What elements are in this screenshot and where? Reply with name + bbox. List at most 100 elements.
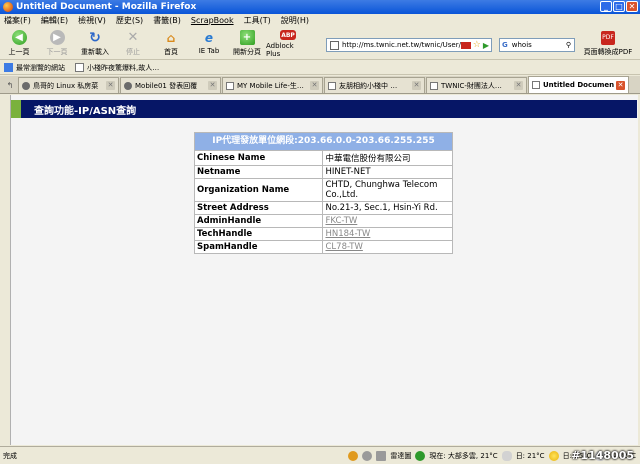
row-key: Street Address xyxy=(193,201,324,215)
minimize-button[interactable]: _ xyxy=(600,1,612,12)
menu-view[interactable]: 檢視(V) xyxy=(78,15,106,26)
tab-favicon-icon xyxy=(22,81,30,90)
bookmarks-toolbar: 最常瀏覽的網站 小棧昨夜驚爆料,故人… xyxy=(0,61,640,75)
maximize-button[interactable]: □ xyxy=(613,1,625,12)
go-arrow-icon[interactable]: ▶ xyxy=(483,41,489,50)
url-bar[interactable]: http://ms.twnic.net.tw/twnic/User/Mem ☆ … xyxy=(326,38,492,52)
forward-arrow-icon: ▶ xyxy=(49,30,65,45)
adblock-icon: ABP xyxy=(280,30,296,40)
row-key: Organization Name xyxy=(193,178,324,202)
tab-untitled-document[interactable]: Untitled Document ✕ xyxy=(528,76,629,93)
sync-icon[interactable] xyxy=(362,450,373,461)
table-row: Street Address No.21-3, Sec.1, Hsin-Yi R… xyxy=(193,201,453,215)
watermark: #1148005 xyxy=(571,449,634,462)
menu-scrapbook[interactable]: ScrapBook xyxy=(191,16,234,25)
menu-history[interactable]: 歷史(S) xyxy=(116,15,143,26)
whois-table: IP代理發放單位網段:203.66.0.0-203.66.255.255 Chi… xyxy=(193,132,453,254)
new-tab-label: 開新分頁 xyxy=(233,48,261,56)
tab-close-icon[interactable]: ✕ xyxy=(208,81,217,90)
spam-handle-link[interactable]: CL78-TW xyxy=(322,240,453,254)
row-key: Chinese Name xyxy=(193,150,324,166)
weather-day1[interactable]: 日: 21°C xyxy=(516,451,545,461)
row-key: Netname xyxy=(193,165,324,179)
row-key: TechHandle xyxy=(193,227,324,241)
menu-edit[interactable]: 編輯(E) xyxy=(41,15,68,26)
table-caption: IP代理發放單位網段:203.66.0.0-203.66.255.255 xyxy=(194,132,453,151)
status-bar: 完成 雷達圖 現在: 大部多雲, 21°C 日: 21°C 日: 15°C — … xyxy=(0,446,640,464)
menu-file[interactable]: 檔案(F) xyxy=(4,15,31,26)
new-tab-icon: + xyxy=(239,30,255,45)
tab-label: TWNIC-財團法人… xyxy=(441,81,502,90)
row-value: No.21-3, Sec.1, Hsin-Yi Rd. xyxy=(322,201,453,215)
tab-close-icon[interactable]: ✕ xyxy=(616,80,625,90)
admin-handle-link[interactable]: FKC-TW xyxy=(322,214,453,228)
adblock-button[interactable]: ABP Adblock Plus xyxy=(266,27,310,58)
mail-icon[interactable] xyxy=(376,450,387,461)
tab-mymobile[interactable]: MY Mobile Life-生… ✕ xyxy=(222,77,323,93)
page-content: 查詢功能-IP/ASN查詢 IP代理發放單位網段:203.66.0.0-203.… xyxy=(10,95,638,445)
bookmark-star-icon[interactable]: ☆ xyxy=(473,40,481,50)
page-icon xyxy=(75,63,84,72)
home-button[interactable]: ⌂ 首頁 xyxy=(152,27,190,58)
ie-tab-label: IE Tab xyxy=(198,47,220,55)
new-tab-button[interactable]: + 開新分頁 xyxy=(228,27,266,58)
forward-label: 下一頁 xyxy=(46,48,68,56)
search-bar[interactable]: G whois ⚲ xyxy=(499,38,575,52)
tab-favicon-icon xyxy=(532,81,540,89)
row-key: AdminHandle xyxy=(193,214,324,228)
tab-label: 鳥哥的 Linux 私房菜 xyxy=(33,81,99,90)
google-icon: G xyxy=(502,41,508,49)
home-icon: ⌂ xyxy=(166,30,176,45)
menu-tools[interactable]: 工具(T) xyxy=(244,15,271,26)
search-text: whois xyxy=(511,41,532,49)
weather-now[interactable]: 現在: 大部多雲, 21°C xyxy=(429,451,497,461)
close-window-button[interactable]: ✕ xyxy=(626,1,638,12)
tab-favicon-icon xyxy=(430,81,438,90)
radar-label[interactable]: 雷達圖 xyxy=(390,451,411,461)
flag-icon xyxy=(460,41,471,49)
cloud-icon xyxy=(501,450,512,461)
bookmark-most-visited[interactable]: 最常瀏覽的網站 xyxy=(4,63,65,73)
tab-mobile01[interactable]: Mobile01 發表回覆 ✕ xyxy=(120,77,221,93)
tab-friends[interactable]: 友朋相約小棧中 … ✕ xyxy=(324,77,425,93)
reload-button[interactable]: ↻ 重新載入 xyxy=(76,27,114,58)
search-icon[interactable]: ⚲ xyxy=(566,41,571,49)
back-button[interactable]: ◀ 上一頁 xyxy=(0,27,38,58)
url-text: http://ms.twnic.net.tw/twnic/User/Mem xyxy=(342,41,461,49)
tab-close-icon[interactable]: ✕ xyxy=(106,81,115,90)
back-label: 上一頁 xyxy=(8,48,30,56)
bookmark-label: 最常瀏覽的網站 xyxy=(16,63,65,72)
tab-close-icon[interactable]: ✕ xyxy=(310,81,319,90)
firefox-status-icon[interactable] xyxy=(348,450,359,461)
row-key: SpamHandle xyxy=(193,240,324,254)
tab-close-icon[interactable]: ✕ xyxy=(514,81,523,90)
ie-icon: e xyxy=(204,30,214,45)
menu-bar: 檔案(F) 編輯(E) 檢視(V) 歷史(S) 書籤(B) ScrapBook … xyxy=(0,14,640,27)
ie-tab-button[interactable]: e IE Tab xyxy=(190,27,228,58)
tab-favicon-icon xyxy=(124,81,132,90)
page-icon xyxy=(330,40,339,50)
tab-close-icon[interactable]: ✕ xyxy=(412,81,421,90)
tab-linux[interactable]: 鳥哥的 Linux 私房菜 ✕ xyxy=(18,77,119,93)
row-value: CHTD, Chunghwa Telecom Co.,Ltd. xyxy=(322,178,453,202)
tab-twnic[interactable]: TWNIC-財團法人… ✕ xyxy=(426,77,527,93)
stop-button[interactable]: ✕ 停止 xyxy=(114,27,152,58)
globe-icon[interactable] xyxy=(415,450,426,461)
table-row: TechHandle HN184-TW xyxy=(193,227,453,241)
page-title: 查詢功能-IP/ASN查詢 xyxy=(11,100,637,118)
bookmark-label: 小棧昨夜驚爆料,故人… xyxy=(87,63,160,72)
reload-icon: ↻ xyxy=(89,29,101,46)
sun-icon xyxy=(548,450,559,461)
tab-scroll-left-icon[interactable]: ↰ xyxy=(2,79,18,93)
menu-help[interactable]: 說明(H) xyxy=(281,15,309,26)
pdf-button[interactable]: PDF 頁面轉換成PDF xyxy=(578,31,638,59)
row-value: 中華電信股份有限公司 xyxy=(322,150,453,166)
tech-handle-link[interactable]: HN184-TW xyxy=(322,227,453,241)
table-row: SpamHandle CL78-TW xyxy=(193,240,453,254)
stop-icon: ✕ xyxy=(127,30,139,45)
table-row: Organization Name CHTD, Chunghwa Telecom… xyxy=(193,178,453,202)
menu-bookmarks[interactable]: 書籤(B) xyxy=(153,15,181,26)
forward-button[interactable]: ▶ 下一頁 xyxy=(38,27,76,58)
row-value: HINET-NET xyxy=(322,165,453,179)
bookmark-item[interactable]: 小棧昨夜驚爆料,故人… xyxy=(75,63,159,73)
